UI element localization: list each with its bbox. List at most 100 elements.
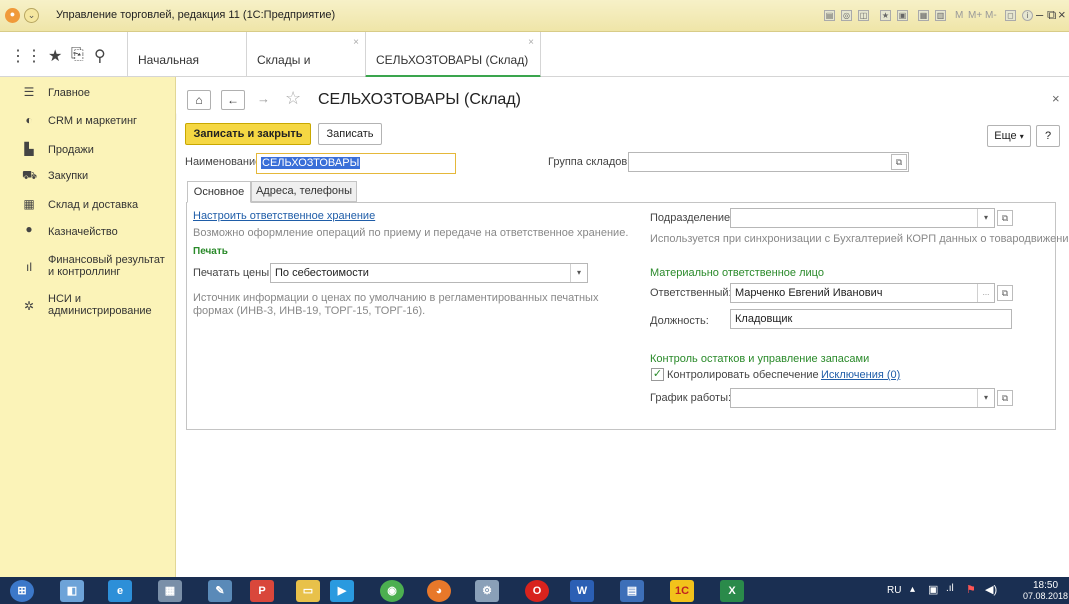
- page-title: СЕЛЬХОЗТОВАРЫ (Склад): [318, 91, 521, 108]
- open-icon[interactable]: ⧉: [997, 285, 1013, 301]
- group-field[interactable]: [628, 152, 909, 172]
- coin-icon: ●: [25, 222, 33, 236]
- sidebar-item-crm[interactable]: ◐ CRM и маркетинг: [0, 113, 176, 141]
- folder-icon[interactable]: ▭: [296, 580, 320, 602]
- close-form-icon[interactable]: ×: [1052, 91, 1060, 106]
- memory-mminus-icon[interactable]: M-: [985, 10, 997, 21]
- ie-icon[interactable]: e: [108, 580, 132, 602]
- toolbar-icon[interactable]: ◎: [841, 10, 852, 21]
- calculator-icon[interactable]: ▦: [918, 10, 929, 21]
- maximize-icon[interactable]: ⧉: [1047, 7, 1056, 23]
- form-area: ⌂ ← → ☆ СЕЛЬХОЗТОВАРЫ (Склад) × Записать…: [177, 77, 1069, 577]
- favorite-star-icon[interactable]: ☆: [285, 88, 301, 109]
- favorites-icon[interactable]: ★: [880, 10, 891, 21]
- app-menu-icon[interactable]: ⌄: [24, 8, 39, 23]
- arrow-right-icon: →: [257, 91, 270, 106]
- calendar-icon[interactable]: ▥: [935, 10, 946, 21]
- forward-button[interactable]: →: [257, 91, 270, 106]
- more-button[interactable]: Еще ▾: [987, 125, 1031, 147]
- memory-m-icon[interactable]: M: [955, 10, 963, 21]
- help-button[interactable]: ?: [1036, 125, 1060, 147]
- tab-warehouses[interactable]: ×Склады и магазины: [246, 32, 365, 123]
- back-button[interactable]: ←: [221, 90, 245, 110]
- open-icon[interactable]: ⧉: [997, 210, 1013, 226]
- excel-icon[interactable]: X: [720, 580, 744, 602]
- window-icon[interactable]: ◻: [1005, 10, 1016, 21]
- favorites-star-icon[interactable]: ★: [48, 46, 62, 66]
- save-close-button[interactable]: Записать и закрыть: [185, 123, 311, 145]
- home-icon: ⌂: [195, 93, 203, 107]
- language-indicator[interactable]: RU: [887, 585, 901, 596]
- close-icon[interactable]: ×: [1058, 7, 1066, 22]
- opera-icon[interactable]: O: [525, 580, 549, 602]
- tab-main[interactable]: Основное: [187, 181, 251, 203]
- toolbar-icon[interactable]: ▤: [824, 10, 835, 21]
- word-icon[interactable]: W: [570, 580, 594, 602]
- info-icon[interactable]: i: [1022, 10, 1033, 21]
- sidebar-item-main[interactable]: ☰ Главное: [0, 85, 176, 113]
- checkmark-icon: ✓: [652, 368, 663, 380]
- powerpoint-icon[interactable]: P: [250, 580, 274, 602]
- tray-arrow-icon[interactable]: ▴: [910, 584, 915, 595]
- 1c-icon[interactable]: 1C: [670, 580, 694, 602]
- print-prices-select[interactable]: По себестоимости ▾: [270, 263, 588, 283]
- responsible-field[interactable]: Марченко Евгений Иванович...: [730, 283, 995, 303]
- start-icon[interactable]: ⊞: [10, 580, 34, 602]
- memory-mplus-icon[interactable]: M+: [968, 10, 982, 21]
- sidebar-item-warehouse[interactable]: ▦ Склад и доставка: [0, 197, 176, 225]
- app-icon[interactable]: ⚙: [475, 580, 499, 602]
- schedule-select[interactable]: ▾: [730, 388, 995, 408]
- control-label[interactable]: Контролировать обеспечение: [667, 369, 819, 381]
- chrome-icon[interactable]: ◉: [380, 580, 404, 602]
- volume-icon[interactable]: ◀): [985, 583, 997, 596]
- more-dots-icon[interactable]: ...: [977, 284, 994, 302]
- chevron-down-icon[interactable]: ▾: [570, 264, 587, 282]
- exceptions-link[interactable]: Исключения (0): [821, 369, 900, 381]
- responsible-storage-link[interactable]: Настроить ответственное хранение: [193, 210, 375, 222]
- sidebar-item-treasury[interactable]: ● Казначейство: [0, 222, 176, 250]
- toolbar-icon[interactable]: ◫: [858, 10, 869, 21]
- tab-current-warehouse[interactable]: × СЕЛЬХОЗТОВАРЫ (Склад): [365, 32, 541, 78]
- sidebar-item-purchases[interactable]: ⛟ Закупки: [0, 168, 176, 196]
- player-icon[interactable]: ▶: [330, 580, 354, 602]
- chevron-down-icon[interactable]: ▾: [977, 389, 994, 407]
- responsible-storage-hint: Возможно оформление операций по приему и…: [193, 227, 629, 239]
- sidebar-item-nsi[interactable]: ✲ НСИ и администрирование: [0, 289, 176, 321]
- close-tab-icon[interactable]: ×: [528, 15, 534, 71]
- responsible-label: Ответственный:: [650, 287, 732, 299]
- name-label: Наименование:: [185, 156, 265, 168]
- paint-icon[interactable]: ✎: [208, 580, 232, 602]
- search-icon[interactable]: ⚲: [94, 46, 106, 66]
- cart-icon: ⛟: [22, 168, 38, 182]
- calculator-icon[interactable]: ▦: [158, 580, 182, 602]
- save-disk-icon[interactable]: ▤: [620, 580, 644, 602]
- close-tab-icon[interactable]: ×: [353, 15, 359, 71]
- flag-icon[interactable]: ⚑: [966, 583, 976, 596]
- minimize-icon[interactable]: –: [1036, 7, 1043, 22]
- sidebar-item-finance[interactable]: ıl Финансовый результат и контроллинг: [0, 250, 176, 282]
- save-button[interactable]: Записать: [318, 123, 382, 145]
- apps-grid-icon[interactable]: ⋮⋮: [10, 46, 42, 66]
- open-icon[interactable]: ⧉: [891, 154, 907, 170]
- tray-device-icon[interactable]: ▣: [928, 583, 938, 596]
- files-icon[interactable]: ◧: [60, 580, 84, 602]
- home-button[interactable]: ⌂: [187, 90, 211, 110]
- history-icon[interactable]: ⎘: [71, 46, 84, 64]
- toolbar-icon[interactable]: ▣: [897, 10, 908, 21]
- clock-time: 18:50: [1033, 580, 1059, 591]
- open-icon[interactable]: ⧉: [997, 390, 1013, 406]
- sidebar-item-sales[interactable]: ▙ Продажи: [0, 142, 176, 170]
- group-label: Группа складов:: [548, 156, 631, 168]
- chevron-down-icon[interactable]: ▾: [977, 209, 994, 227]
- clock[interactable]: 18:50 07.08.2018: [1023, 580, 1068, 601]
- control-checkbox[interactable]: ✓: [651, 368, 664, 381]
- tab-addresses[interactable]: Адреса, телефоны: [251, 181, 357, 202]
- mol-header: Материально ответственное лицо: [650, 267, 824, 279]
- firefox-icon[interactable]: ◕: [427, 580, 451, 602]
- tab-home[interactable]: Начальная страница: [127, 32, 246, 123]
- name-field[interactable]: СЕЛЬХОЗТОВАРЫ: [256, 153, 456, 174]
- signal-icon[interactable]: .ıl: [946, 583, 954, 594]
- position-field[interactable]: Кладовщик: [730, 309, 1012, 329]
- division-select[interactable]: ▾: [730, 208, 995, 228]
- app-logo-icon[interactable]: ●: [5, 8, 20, 23]
